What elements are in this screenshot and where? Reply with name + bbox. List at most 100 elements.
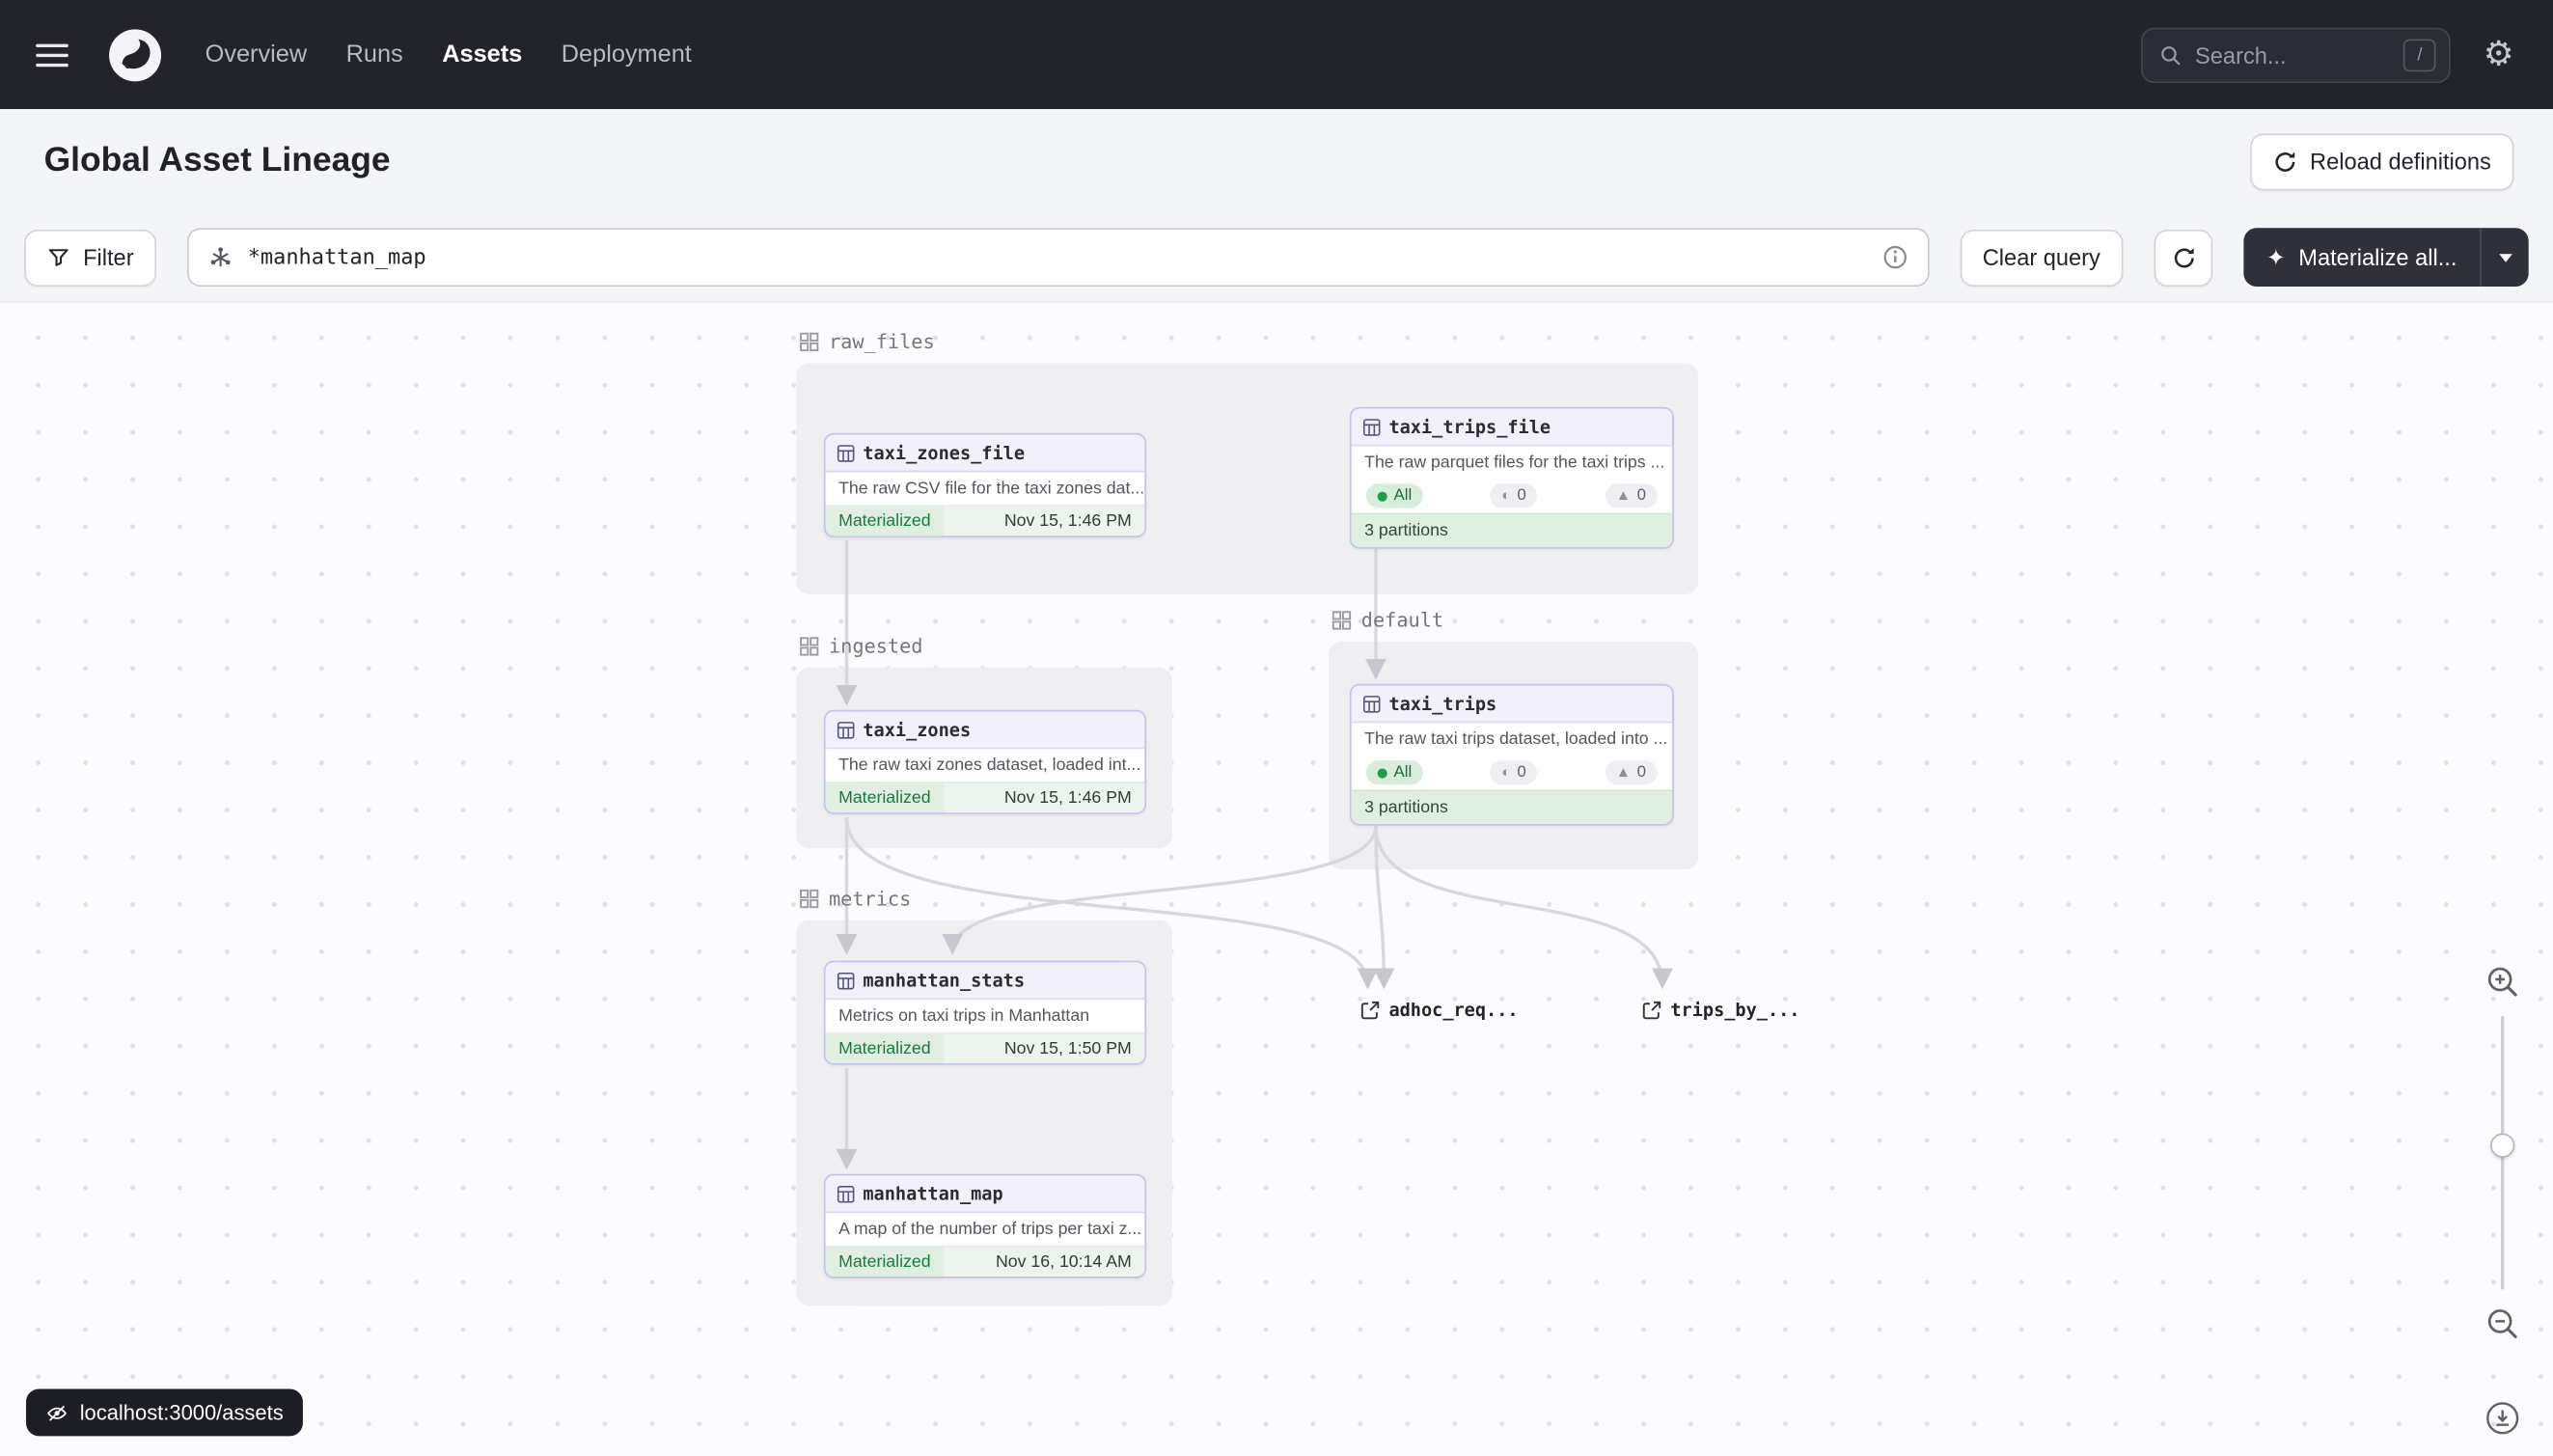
filter-button[interactable]: Filter xyxy=(24,229,156,286)
asset-name: taxi_trips_file xyxy=(1388,416,1551,437)
group-icon xyxy=(1331,611,1351,630)
partitions-all-pill[interactable]: All xyxy=(1366,760,1423,784)
asset-description: Metrics on taxi trips in Manhattan xyxy=(826,1000,1145,1032)
asset-name: trips_by_... xyxy=(1670,1000,1799,1021)
group-icon xyxy=(800,332,819,351)
table-icon xyxy=(837,444,855,462)
table-icon xyxy=(837,721,855,739)
asset-node-manhattan-stats[interactable]: manhattan_stats Metrics on taxi trips in… xyxy=(824,961,1146,1065)
pill-label: 0 xyxy=(1517,485,1525,507)
sparkle-icon: ✦ xyxy=(2266,246,2286,269)
pill-label: All xyxy=(1394,762,1413,783)
group-name: default xyxy=(1361,609,1443,632)
info-icon[interactable] xyxy=(1881,244,1908,270)
external-link-icon xyxy=(1641,1000,1662,1021)
refresh-icon xyxy=(2272,149,2296,173)
asset-node-trips-by[interactable]: trips_by_... xyxy=(1641,1000,1800,1021)
zoom-slider-thumb[interactable] xyxy=(2490,1134,2514,1158)
settings-gear-icon[interactable]: ⚙ xyxy=(2484,38,2514,71)
group-icon xyxy=(800,889,819,908)
warning-triangle-icon: ▲ xyxy=(1616,765,1631,780)
table-icon xyxy=(837,1185,855,1203)
asset-node-manhattan-map[interactable]: manhattan_map A map of the number of tri… xyxy=(824,1174,1146,1278)
green-dot-icon xyxy=(1378,491,1387,501)
table-icon xyxy=(1362,418,1381,436)
search-shortcut-badge: / xyxy=(2403,39,2436,71)
search-input[interactable]: Search... / xyxy=(2141,27,2451,82)
partitions-count: 3 partitions xyxy=(1352,789,1672,823)
status-url-bubble: localhost:3000/assets xyxy=(26,1388,303,1436)
group-name: raw_files xyxy=(829,331,935,354)
group-label-default[interactable]: default xyxy=(1331,609,1443,632)
asset-description: The raw parquet files for the taxi trips… xyxy=(1352,446,1672,479)
partitions-all-pill[interactable]: All xyxy=(1366,483,1423,508)
nav-overview[interactable]: Overview xyxy=(206,41,307,69)
group-name: ingested xyxy=(829,635,923,658)
partitions-failed-pill[interactable]: ◐0 xyxy=(1491,483,1538,508)
chevron-down-icon xyxy=(2498,253,2512,261)
primary-nav: Overview Runs Assets Deployment xyxy=(206,41,692,69)
materialize-all-button[interactable]: ✦ Materialize all... xyxy=(2243,228,2480,287)
zoom-slider[interactable] xyxy=(2491,1016,2514,1290)
nav-runs[interactable]: Runs xyxy=(346,41,403,69)
reload-definitions-button[interactable]: Reload definitions xyxy=(2250,133,2514,190)
page-header: Global Asset Lineage Reload definitions xyxy=(0,109,2553,213)
partition-status-row: All ◐0 ▲0 xyxy=(1352,479,1672,512)
external-link-icon xyxy=(1359,1000,1381,1021)
zoom-out-button[interactable] xyxy=(2484,1305,2520,1341)
half-circle-icon: ◐ xyxy=(1501,488,1510,503)
materialize-all-label: Materialize all... xyxy=(2298,244,2457,270)
pill-label: 0 xyxy=(1517,762,1525,783)
eye-off-icon xyxy=(45,1401,69,1424)
table-icon xyxy=(837,972,855,990)
partition-status-row: All ◐0 ▲0 xyxy=(1352,755,1672,789)
nav-deployment[interactable]: Deployment xyxy=(562,41,692,69)
asset-node-taxi-zones-file[interactable]: taxi_zones_file The raw CSV file for the… xyxy=(824,433,1146,537)
status-url-text: localhost:3000/assets xyxy=(80,1400,284,1424)
filter-label: Filter xyxy=(83,244,134,270)
warning-triangle-icon: ▲ xyxy=(1616,488,1631,503)
clear-query-label: Clear query xyxy=(1983,244,2100,270)
group-icon xyxy=(800,637,819,656)
status-badge: Materialized xyxy=(826,1248,945,1277)
materialize-dropdown-button[interactable] xyxy=(2480,228,2529,287)
asset-selection-value: *manhattan_map xyxy=(248,245,1867,269)
download-graph-button[interactable] xyxy=(2484,1400,2520,1436)
partitions-failed-pill[interactable]: ◐0 xyxy=(1491,760,1538,784)
asset-description: The raw taxi zones dataset, loaded int..… xyxy=(826,749,1145,782)
asset-selection-input[interactable]: *manhattan_map xyxy=(187,228,1929,287)
refresh-graph-button[interactable] xyxy=(2155,229,2213,286)
lineage-canvas[interactable]: raw_files ingested default metrics xyxy=(0,301,2553,1455)
asset-node-taxi-trips-file[interactable]: taxi_trips_file The raw parquet files fo… xyxy=(1350,407,1674,549)
clear-query-button[interactable]: Clear query xyxy=(1960,229,2123,286)
pill-label: All xyxy=(1394,485,1413,507)
partitions-missing-pill[interactable]: ▲0 xyxy=(1605,483,1658,508)
asset-name: manhattan_map xyxy=(863,1183,1002,1204)
menu-icon[interactable] xyxy=(36,43,69,67)
group-label-metrics[interactable]: metrics xyxy=(800,888,912,911)
partitions-count: 3 partitions xyxy=(1352,513,1672,547)
search-placeholder: Search... xyxy=(2195,41,2391,68)
asset-name: taxi_zones_file xyxy=(863,442,1025,463)
asset-name: taxi_trips xyxy=(1388,693,1496,714)
group-label-ingested[interactable]: ingested xyxy=(800,635,923,658)
partitions-missing-pill[interactable]: ▲0 xyxy=(1605,760,1658,784)
nav-assets[interactable]: Assets xyxy=(442,41,522,69)
reload-definitions-label: Reload definitions xyxy=(2310,149,2491,175)
half-circle-icon: ◐ xyxy=(1501,765,1510,780)
asset-selection-icon xyxy=(208,245,233,269)
logo-swirl-icon xyxy=(107,27,162,82)
filter-icon xyxy=(47,246,70,269)
materialization-timestamp: Nov 15, 1:50 PM xyxy=(944,1034,1144,1063)
lineage-toolbar: Filter *manhattan_map xyxy=(0,213,2553,301)
materialize-all-split-button: ✦ Materialize all... xyxy=(2243,228,2528,287)
asset-node-adhoc-request[interactable]: adhoc_req... xyxy=(1359,1000,1519,1021)
zoom-controls xyxy=(2484,964,2520,1342)
asset-name: taxi_zones xyxy=(863,719,971,740)
app-root: Overview Runs Assets Deployment Search..… xyxy=(0,0,2553,1456)
group-label-raw-files[interactable]: raw_files xyxy=(800,331,935,354)
zoom-in-button[interactable] xyxy=(2484,964,2520,1000)
dagster-logo[interactable] xyxy=(107,27,162,82)
asset-node-taxi-zones[interactable]: taxi_zones The raw taxi zones dataset, l… xyxy=(824,710,1146,814)
asset-node-taxi-trips[interactable]: taxi_trips The raw taxi trips dataset, l… xyxy=(1350,684,1674,826)
